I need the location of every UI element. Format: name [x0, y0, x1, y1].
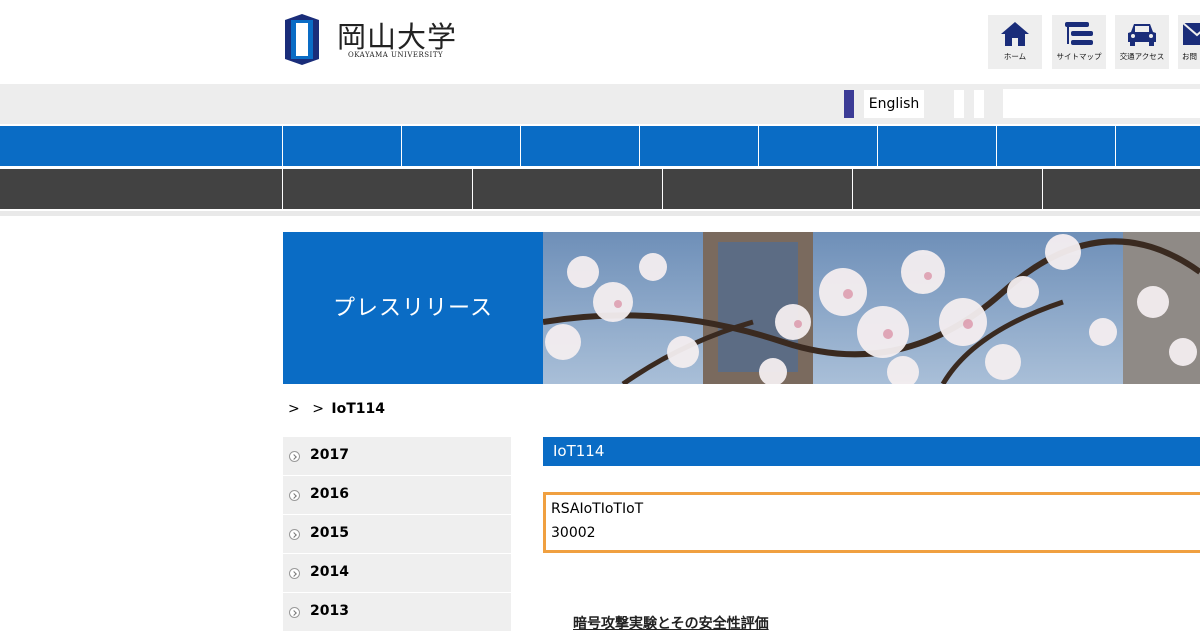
sidebar-item-label: 2016 — [310, 486, 349, 502]
access-button-label: 交通アクセス — [1119, 52, 1165, 61]
font-size-toggle-small[interactable] — [954, 90, 964, 118]
sidebar-item-2014[interactable]: 2014 — [283, 554, 511, 592]
subnav-divider — [282, 169, 283, 209]
cherry-blossom-photo — [543, 232, 1200, 384]
subnav-divider — [472, 169, 473, 209]
subnav-divider — [1042, 169, 1043, 209]
article-title-bar — [543, 437, 1200, 466]
nav-divider — [639, 126, 640, 166]
nav-divider — [758, 126, 759, 166]
font-size-toggle-large[interactable] — [974, 90, 984, 118]
sidebar-item-label: 2014 — [310, 564, 349, 580]
english-link[interactable]: English — [864, 90, 924, 118]
article-title: IoT114 — [553, 442, 605, 460]
sidebar-item-label: 2017 — [310, 447, 349, 463]
arrow-right-icon — [289, 607, 300, 618]
nav-divider — [996, 126, 997, 166]
subnav-divider — [852, 169, 853, 209]
nav-divider — [282, 126, 283, 166]
home-icon — [1001, 22, 1029, 46]
section-link[interactable]: 暗号攻撃実験とその安全性評価 — [573, 613, 769, 633]
logo-title[interactable]: 岡山大学 — [337, 14, 457, 56]
hero-label: プレスリリース — [333, 296, 493, 321]
sub-nav — [0, 169, 1200, 209]
sidebar-item-2015[interactable]: 2015 — [283, 515, 511, 553]
logo-subtitle: OKAYAMA UNIVERSITY — [348, 51, 444, 59]
home-button-label: ホーム — [1003, 52, 1027, 61]
global-nav — [0, 126, 1200, 166]
access-button[interactable]: 交通アクセス — [1115, 15, 1169, 69]
nav-divider — [401, 126, 402, 166]
nav-divider — [1115, 126, 1116, 166]
arrow-right-icon — [289, 451, 300, 462]
arrow-right-icon — [289, 490, 300, 501]
sitemap-button-label: サイトマップ — [1056, 52, 1102, 61]
sidebar-item-label: 2015 — [310, 525, 349, 541]
breadcrumb-separator: > — [288, 401, 300, 417]
contact-button[interactable]: お問 — [1178, 15, 1200, 69]
sitemap-icon — [1065, 22, 1093, 45]
search-input[interactable] — [1003, 89, 1200, 118]
breadcrumb-separator: > — [312, 401, 324, 417]
notice-line: RSAIoTIoTIoT — [551, 501, 644, 517]
notice-line: 30002 — [551, 525, 596, 541]
contact-button-label: お問 — [1182, 52, 1197, 61]
subnav-divider — [662, 169, 663, 209]
mail-icon — [1182, 22, 1200, 45]
breadcrumb-current: IoT114 — [331, 401, 385, 417]
arrow-right-icon — [289, 529, 300, 540]
language-marker — [844, 90, 854, 118]
university-logo-mark[interactable] — [283, 14, 321, 65]
arrow-right-icon — [289, 568, 300, 579]
sidebar-item-2016[interactable]: 2016 — [283, 476, 511, 514]
home-button[interactable]: ホーム — [988, 15, 1042, 69]
breadcrumb: > > IoT114 — [288, 401, 385, 417]
sidebar-item-label: 2013 — [310, 603, 349, 619]
car-icon — [1128, 24, 1156, 46]
sidebar-item-2017[interactable]: 2017 — [283, 437, 511, 475]
sidebar-item-2013[interactable]: 2013 — [283, 593, 511, 631]
header-bottom-rule — [0, 211, 1200, 216]
sitemap-button[interactable]: サイトマップ — [1052, 15, 1106, 69]
nav-divider — [520, 126, 521, 166]
nav-divider — [877, 126, 878, 166]
